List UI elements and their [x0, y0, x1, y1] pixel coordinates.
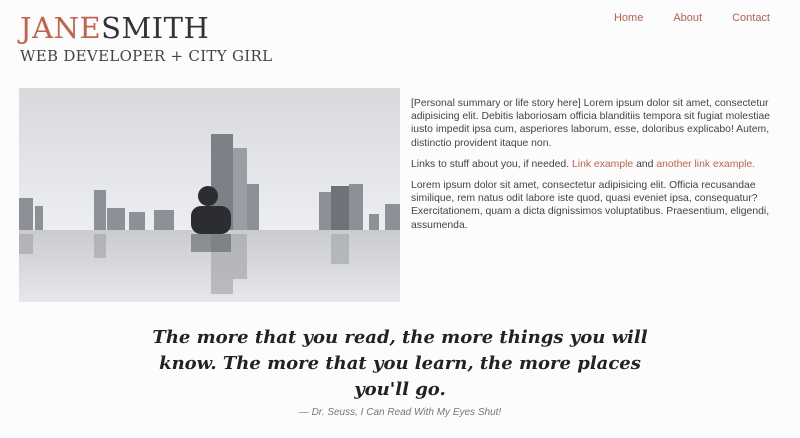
quote-attribution: — Dr. Seuss, I Can Read With My Eyes Shu… [298, 407, 502, 418]
main-nav: Home About Contact [614, 12, 770, 24]
hero-image [19, 88, 400, 302]
another-link-example[interactable]: another link example. [656, 159, 755, 170]
bio-section: [Personal summary or life story here] Lo… [411, 97, 783, 240]
name-last: SMITH [101, 11, 210, 45]
nav-contact-link[interactable]: Contact [732, 12, 770, 24]
link-example[interactable]: Link example [572, 159, 633, 170]
name-first: JANE [20, 11, 102, 45]
nav-about-link[interactable]: About [673, 12, 702, 24]
links-conjunction-text: and [633, 158, 657, 170]
site-name: JANESMITH [20, 12, 272, 44]
site-tagline: WEB DEVELOPER + CITY GIRL [20, 47, 273, 65]
quote-text: The more that you read, the more things … [152, 327, 648, 400]
links-intro-text: Links to stuff about you, if needed. [411, 158, 572, 170]
quote-block: The more that you read, the more things … [0, 325, 800, 403]
bio-links-paragraph: Links to stuff about you, if needed. Lin… [411, 158, 783, 171]
bio-summary: [Personal summary or life story here] Lo… [411, 98, 771, 149]
bio-extra: Lorem ipsum dolor sit amet, consectetur … [411, 180, 770, 231]
nav-home-link[interactable]: Home [614, 12, 643, 24]
site-brand: JANESMITH WEB DEVELOPER + CITY GIRL [20, 12, 272, 66]
